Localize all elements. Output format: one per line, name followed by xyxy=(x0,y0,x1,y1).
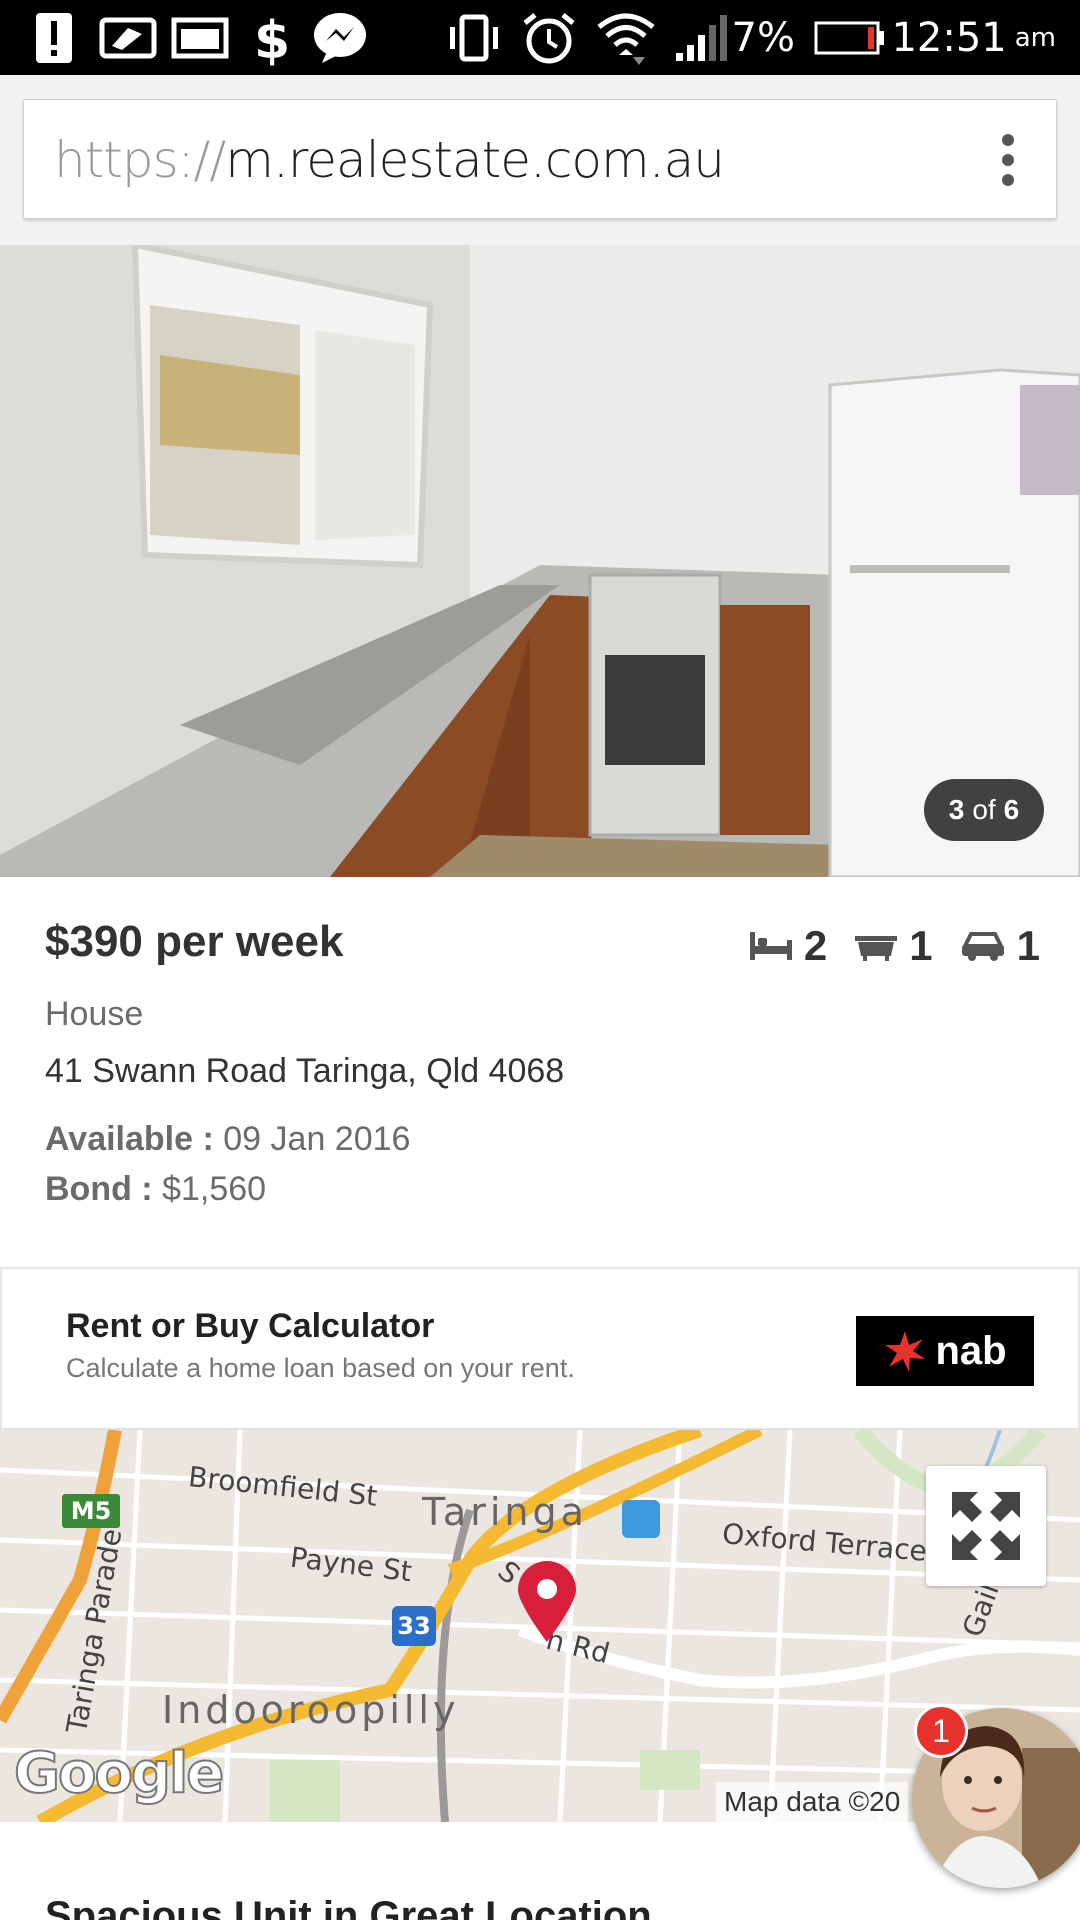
calculator-subtitle: Calculate a home loan based on your rent… xyxy=(66,1353,575,1383)
photo-counter-total: 6 xyxy=(1003,794,1020,825)
available-date: Available : 09 Jan 2016 xyxy=(45,1120,410,1159)
car-icon xyxy=(961,932,1004,961)
car-spaces-feature: 1 xyxy=(961,922,1040,970)
property-address: 41 Swann Road Taringa, Qld 4068 xyxy=(45,1052,565,1090)
listing-photo[interactable]: 3 of 6 xyxy=(0,245,1080,877)
bathrooms-feature: 1 xyxy=(855,922,933,970)
map-attribution: Map data ©20 xyxy=(716,1782,909,1822)
bath-icon xyxy=(855,936,898,961)
signal-icon xyxy=(672,0,732,75)
url-bar[interactable]: https://m.realestate.com.au xyxy=(23,99,1057,219)
url-text[interactable]: https://m.realestate.com.au xyxy=(54,100,725,220)
listing-features: 2 1 1 xyxy=(749,922,1040,970)
chat-head-badge: 1 xyxy=(914,1704,968,1758)
map-label-indooroopilly: Indooroopilly xyxy=(162,1688,460,1732)
listing-details: $390 per week 2 1 1 House 41 Swann Road … xyxy=(0,877,1080,1267)
bed-icon xyxy=(749,932,792,960)
map-fullscreen-button[interactable] xyxy=(926,1466,1046,1586)
clock-time: 12:51 xyxy=(891,14,1007,61)
calculator-title: Rent or Buy Calculator xyxy=(66,1307,435,1345)
bedrooms-count: 2 xyxy=(803,922,828,969)
gallery-icon xyxy=(168,0,232,75)
url-host: m.realestate.com.au xyxy=(225,131,725,189)
alarm-icon xyxy=(518,0,580,75)
wifi-icon xyxy=(594,0,658,75)
bond-label: Bond : xyxy=(45,1170,153,1208)
kitchen-photo xyxy=(0,245,1080,877)
vibrate-icon xyxy=(442,0,506,75)
battery-percent: 7% xyxy=(731,14,795,61)
nab-logo: nab xyxy=(856,1316,1034,1386)
available-value: 09 Jan 2016 xyxy=(223,1120,411,1158)
car-spaces-count: 1 xyxy=(1016,922,1040,969)
svg-text:$: $ xyxy=(254,11,290,66)
route-33-shield: 33 xyxy=(392,1606,436,1646)
browser-toolbar: https://m.realestate.com.au xyxy=(0,75,1080,245)
map-label-taringa: Taringa xyxy=(422,1490,588,1534)
map-pin-icon[interactable] xyxy=(516,1560,578,1644)
photo-counter-current: 3 xyxy=(948,794,965,825)
property-type: House xyxy=(45,995,144,1033)
description-section: Spacious Unit in Great Location xyxy=(0,1822,1080,1920)
clock-ampm: am xyxy=(1014,22,1056,53)
messenger-icon xyxy=(310,0,370,75)
alert-icon xyxy=(26,0,82,75)
overflow-menu-icon[interactable] xyxy=(1000,134,1016,186)
photo-counter: 3 of 6 xyxy=(924,779,1044,841)
clock: 12:51 am xyxy=(891,0,1056,75)
dollar-app-icon: $ xyxy=(245,0,295,75)
listing-price: $390 per week xyxy=(45,917,344,966)
news-icon xyxy=(96,0,160,75)
train-station-icon xyxy=(622,1500,660,1538)
nab-logo-text: nab xyxy=(935,1328,1007,1373)
bedrooms-feature: 2 xyxy=(749,922,828,970)
rent-or-buy-calculator-banner[interactable]: Rent or Buy Calculator Calculate a home … xyxy=(0,1267,1080,1430)
expand-icon xyxy=(952,1492,1020,1560)
description-title: Spacious Unit in Great Location xyxy=(45,1894,652,1920)
bond-amount: Bond : $1,560 xyxy=(45,1170,266,1209)
m5-shield: M5 xyxy=(62,1494,120,1528)
photo-counter-of: of xyxy=(972,794,996,825)
battery-icon xyxy=(812,0,888,75)
nab-star-icon xyxy=(885,1331,926,1372)
status-bar: $ 7% 12:51 am xyxy=(0,0,1080,75)
bond-value: $1,560 xyxy=(162,1170,267,1208)
available-label: Available : xyxy=(45,1120,214,1158)
bathrooms-count: 1 xyxy=(909,922,933,969)
url-scheme: https:// xyxy=(54,131,226,189)
google-logo: Google xyxy=(13,1740,225,1807)
